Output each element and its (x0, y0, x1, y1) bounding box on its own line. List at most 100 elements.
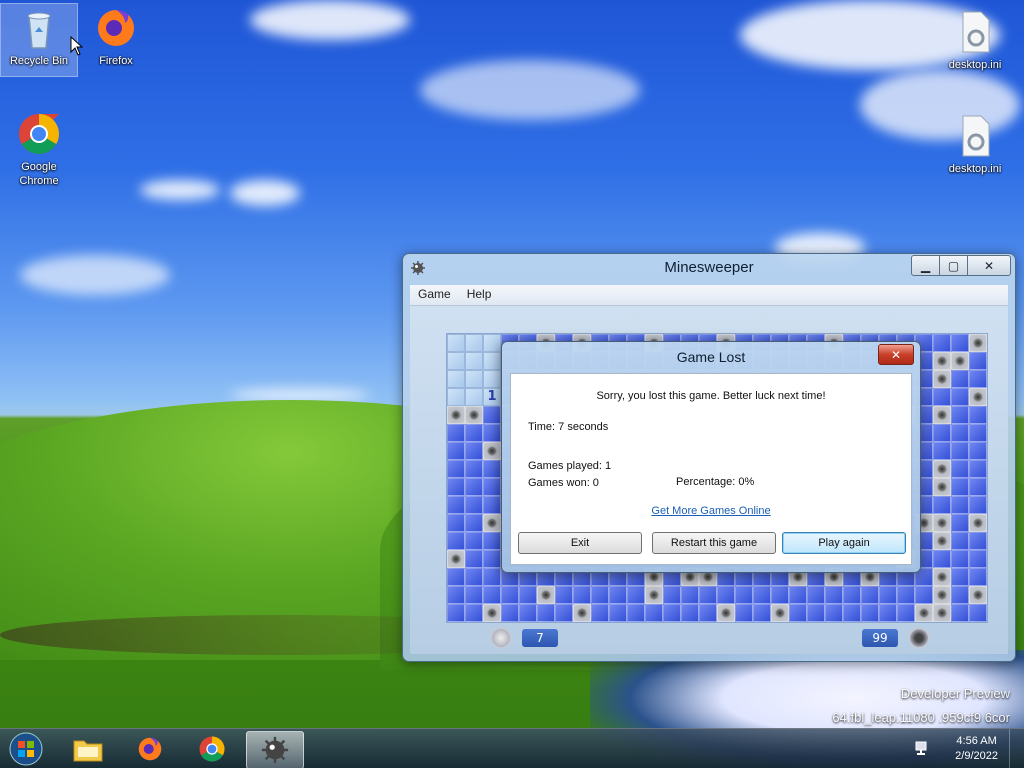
mine-cell[interactable] (969, 460, 987, 478)
mine-cell[interactable] (951, 370, 969, 388)
mine-cell[interactable] (933, 442, 951, 460)
menu-game[interactable]: Game (410, 285, 459, 303)
desktop-icon-desktop-ini[interactable]: desktop.ini (937, 8, 1013, 72)
desktop-icon-desktop-ini[interactable]: desktop.ini (937, 112, 1013, 176)
mine-cell[interactable] (681, 586, 699, 604)
mine-cell[interactable] (555, 604, 573, 622)
mine-cell[interactable] (969, 388, 987, 406)
taskbar-chrome[interactable] (184, 731, 240, 767)
mine-cell[interactable] (951, 604, 969, 622)
mine-cell[interactable] (447, 568, 465, 586)
mine-cell[interactable] (771, 586, 789, 604)
mine-cell[interactable] (537, 586, 555, 604)
mine-cell[interactable] (969, 352, 987, 370)
mine-cell[interactable] (843, 604, 861, 622)
mine-cell[interactable] (969, 604, 987, 622)
exit-button[interactable]: Exit (518, 532, 642, 554)
mine-cell[interactable] (933, 352, 951, 370)
mine-cell[interactable] (483, 532, 501, 550)
mine-cell[interactable] (519, 586, 537, 604)
mine-cell[interactable] (969, 370, 987, 388)
game-lost-dialog[interactable]: Game Lost ✕ Sorry, you lost this game. B… (501, 341, 921, 573)
mine-cell[interactable] (933, 604, 951, 622)
mine-cell[interactable] (897, 604, 915, 622)
mine-cell[interactable] (681, 604, 699, 622)
mine-cell[interactable] (951, 568, 969, 586)
mine-cell[interactable] (933, 460, 951, 478)
taskbar-file-explorer[interactable] (60, 731, 116, 767)
mine-cell[interactable] (627, 604, 645, 622)
mine-cell[interactable] (591, 586, 609, 604)
mine-cell[interactable] (519, 604, 537, 622)
mine-cell[interactable] (699, 586, 717, 604)
mine-cell[interactable] (969, 514, 987, 532)
mine-cell[interactable] (465, 406, 483, 424)
mine-cell[interactable] (609, 604, 627, 622)
mine-cell[interactable] (951, 406, 969, 424)
mine-cell[interactable] (735, 586, 753, 604)
mine-cell[interactable] (465, 352, 483, 370)
mine-cell[interactable] (465, 514, 483, 532)
mine-cell[interactable]: 1 (483, 388, 501, 406)
mine-cell[interactable] (951, 460, 969, 478)
mine-cell[interactable] (951, 550, 969, 568)
mine-cell[interactable] (609, 586, 627, 604)
mine-cell[interactable] (465, 478, 483, 496)
mine-cell[interactable] (465, 604, 483, 622)
mine-cell[interactable] (447, 514, 465, 532)
mine-cell[interactable] (915, 604, 933, 622)
mine-cell[interactable] (447, 334, 465, 352)
mine-cell[interactable] (969, 496, 987, 514)
mine-cell[interactable] (933, 496, 951, 514)
mine-cell[interactable] (969, 586, 987, 604)
mine-cell[interactable] (933, 478, 951, 496)
mine-cell[interactable] (933, 406, 951, 424)
mine-cell[interactable] (915, 586, 933, 604)
mine-cell[interactable] (483, 514, 501, 532)
show-desktop-button[interactable] (1009, 729, 1024, 768)
mine-cell[interactable] (825, 586, 843, 604)
desktop-icon-recycle-bin[interactable]: Recycle Bin (0, 3, 78, 77)
mine-cell[interactable] (645, 604, 663, 622)
mine-cell[interactable] (447, 388, 465, 406)
mine-cell[interactable] (969, 442, 987, 460)
mine-cell[interactable] (447, 478, 465, 496)
mine-cell[interactable] (465, 370, 483, 388)
network-icon[interactable] (914, 739, 932, 757)
mine-cell[interactable] (933, 514, 951, 532)
mine-cell[interactable] (501, 586, 519, 604)
mine-cell[interactable] (951, 442, 969, 460)
mine-cell[interactable] (897, 586, 915, 604)
mine-cell[interactable] (483, 442, 501, 460)
mine-cell[interactable] (969, 478, 987, 496)
mine-cell[interactable] (501, 604, 519, 622)
mine-cell[interactable] (447, 460, 465, 478)
mine-cell[interactable] (933, 568, 951, 586)
mine-cell[interactable] (753, 604, 771, 622)
restart-button[interactable]: Restart this game (652, 532, 776, 554)
mine-cell[interactable] (573, 604, 591, 622)
mine-cell[interactable] (789, 586, 807, 604)
close-button[interactable]: ✕ (967, 255, 1011, 276)
menu-help[interactable]: Help (459, 285, 500, 303)
mine-cell[interactable] (951, 424, 969, 442)
mine-cell[interactable] (969, 532, 987, 550)
mine-cell[interactable] (951, 514, 969, 532)
mine-cell[interactable] (483, 586, 501, 604)
mine-cell[interactable] (447, 604, 465, 622)
mine-cell[interactable] (447, 370, 465, 388)
mine-cell[interactable] (465, 496, 483, 514)
mine-cell[interactable] (447, 406, 465, 424)
mine-cell[interactable] (951, 478, 969, 496)
mine-cell[interactable] (465, 424, 483, 442)
taskbar-minesweeper[interactable] (246, 731, 304, 768)
mine-cell[interactable] (663, 586, 681, 604)
mine-cell[interactable] (969, 406, 987, 424)
mine-cell[interactable] (465, 442, 483, 460)
mine-cell[interactable] (807, 586, 825, 604)
mine-cell[interactable] (699, 604, 717, 622)
mine-cell[interactable] (717, 604, 735, 622)
mine-cell[interactable] (933, 532, 951, 550)
mine-cell[interactable] (933, 334, 951, 352)
mine-cell[interactable] (483, 604, 501, 622)
